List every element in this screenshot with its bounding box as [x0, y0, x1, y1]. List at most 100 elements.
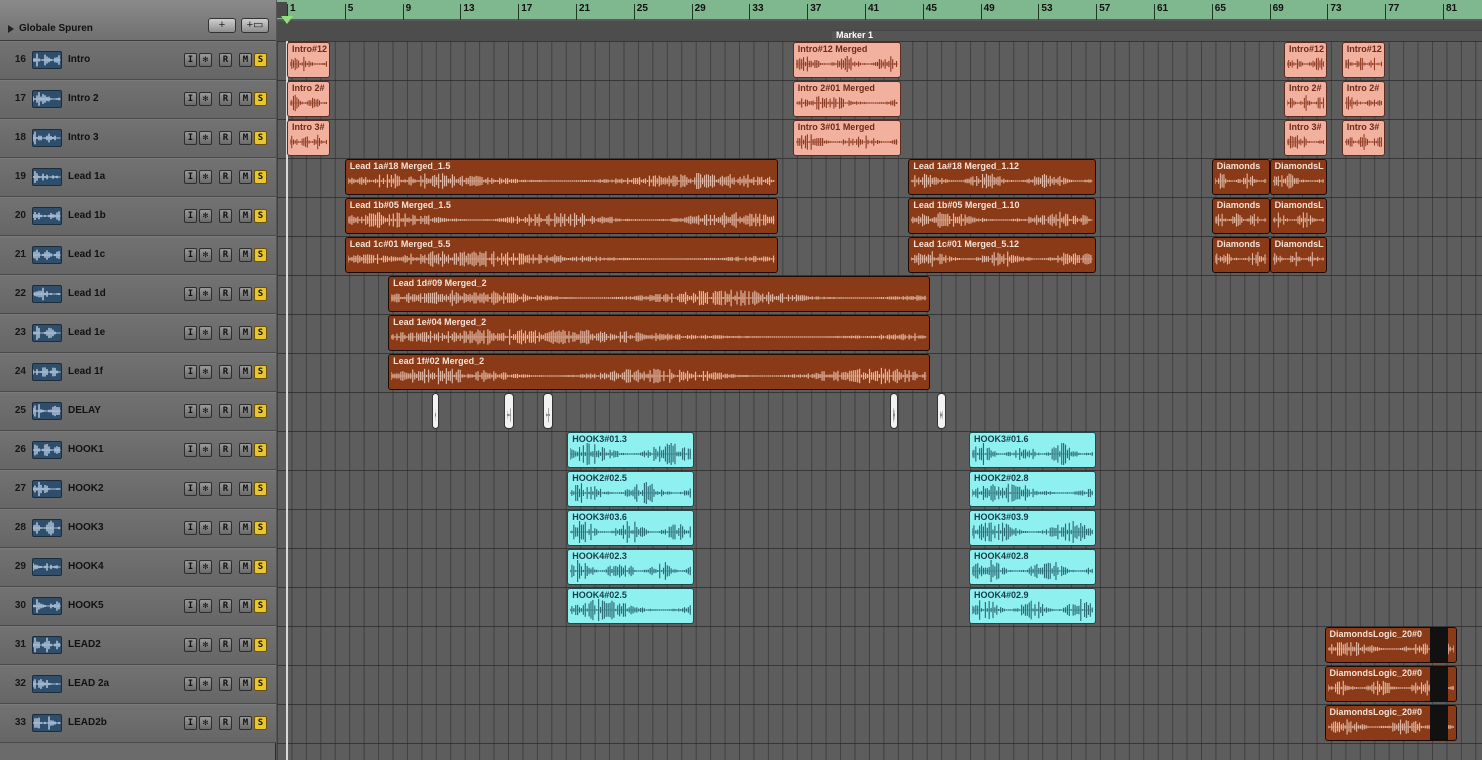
audio-region[interactable]: Lead 1a#18 Merged_1.12 [908, 159, 1097, 195]
input-monitor-button[interactable]: I [184, 560, 197, 574]
track-row[interactable]: 23 Lead 1e I ✻ R M S [0, 314, 276, 353]
mute-button[interactable]: M [239, 521, 252, 535]
input-monitor-button[interactable]: I [184, 131, 197, 145]
freeze-button[interactable]: ✻ [199, 170, 212, 184]
audio-region[interactable]: HOOK3#03.9 [969, 510, 1097, 546]
record-enable-button[interactable]: R [219, 599, 232, 613]
audio-region[interactable]: Diamonds [1211, 159, 1270, 195]
freeze-button[interactable]: ✻ [199, 599, 212, 613]
record-enable-button[interactable]: R [219, 170, 232, 184]
freeze-button[interactable]: ✻ [199, 560, 212, 574]
audio-region[interactable]: Diamonds [1211, 237, 1270, 273]
audio-region[interactable]: Intro 3#01 Merged [792, 120, 902, 156]
record-enable-button[interactable]: R [219, 326, 232, 340]
mute-button[interactable]: M [239, 287, 252, 301]
solo-button[interactable]: S [254, 326, 267, 340]
freeze-button[interactable]: ✻ [199, 326, 212, 340]
audio-region[interactable]: DiamondsL [1269, 237, 1328, 273]
input-monitor-button[interactable]: I [184, 248, 197, 262]
mute-button[interactable]: M [239, 443, 252, 457]
audio-region[interactable]: Lead 1b#05 Merged_1.10 [908, 198, 1097, 234]
audio-region[interactable]: DiamondsLogic_20#0 [1324, 627, 1458, 663]
audio-region[interactable]: Intro 2# [287, 81, 331, 117]
freeze-button[interactable]: ✻ [199, 443, 212, 457]
audio-region[interactable]: HOOK3#01.6 [969, 432, 1097, 468]
audio-region[interactable]: Intro#12 [1284, 42, 1328, 78]
freeze-button[interactable]: ✻ [199, 365, 212, 379]
input-monitor-button[interactable]: I [184, 326, 197, 340]
audio-region[interactable]: HOOK4#02.9 [969, 588, 1097, 624]
add-track-button[interactable]: + [208, 18, 236, 33]
freeze-button[interactable]: ✻ [199, 638, 212, 652]
record-enable-button[interactable]: R [219, 521, 232, 535]
marker-region[interactable]: Marker 1 [832, 30, 1482, 41]
track-row[interactable]: 24 Lead 1f I ✻ R M S [0, 353, 276, 392]
freeze-button[interactable]: ✻ [199, 53, 212, 67]
record-enable-button[interactable]: R [219, 716, 232, 730]
audio-region[interactable]: Lead 1f#02 Merged_2 [388, 354, 930, 390]
solo-button[interactable]: S [254, 677, 267, 691]
audio-region[interactable]: DiamondsL [1269, 159, 1328, 195]
mute-button[interactable]: M [239, 560, 252, 574]
track-row[interactable]: 17 Intro 2 I ✻ R M S [0, 80, 276, 119]
audio-region[interactable]: Intro#12 Merged [792, 42, 902, 78]
mute-button[interactable]: M [239, 326, 252, 340]
audio-region[interactable]: HOOK4#02.3 [567, 549, 695, 585]
solo-button[interactable]: S [254, 638, 267, 652]
audio-region[interactable]: Lead 1d#09 Merged_2 [388, 276, 930, 312]
solo-button[interactable]: S [254, 287, 267, 301]
freeze-button[interactable]: ✻ [199, 677, 212, 691]
audio-region[interactable]: HOOK4#02.8 [969, 549, 1097, 585]
solo-button[interactable]: S [254, 404, 267, 418]
arrange-area[interactable]: Intro#12 Intro#12 Merged Intro#12 Intro#12 I… [277, 41, 1482, 760]
record-enable-button[interactable]: R [219, 248, 232, 262]
audio-region[interactable]: Lead 1a#18 Merged_1.5 [344, 159, 779, 195]
track-name[interactable]: LEAD2b [68, 717, 107, 728]
track-row[interactable]: 28 HOOK3 I ✻ R M S [0, 509, 276, 548]
mute-button[interactable]: M [239, 53, 252, 67]
audio-region[interactable]: Lead 1e#04 Merged_2 [388, 315, 930, 351]
solo-button[interactable]: S [254, 131, 267, 145]
record-enable-button[interactable]: R [219, 404, 232, 418]
input-monitor-button[interactable]: I [184, 365, 197, 379]
audio-region[interactable]: Intro#12 [287, 42, 331, 78]
audio-region[interactable] [431, 393, 439, 429]
solo-button[interactable]: S [254, 560, 267, 574]
audio-region[interactable] [503, 393, 514, 429]
record-enable-button[interactable]: R [219, 560, 232, 574]
audio-region[interactable]: Intro 2# [1284, 81, 1328, 117]
track-row[interactable]: 19 Lead 1a I ✻ R M S [0, 158, 276, 197]
record-enable-button[interactable]: R [219, 92, 232, 106]
freeze-button[interactable]: ✻ [199, 716, 212, 730]
freeze-button[interactable]: ✻ [199, 404, 212, 418]
audio-region[interactable]: Lead 1c#01 Merged_5.12 [908, 237, 1097, 273]
track-row[interactable]: 25 DELAY I ✻ R M S [0, 392, 276, 431]
track-row[interactable]: 32 LEAD 2a I ✻ R M S [0, 665, 276, 704]
input-monitor-button[interactable]: I [184, 482, 197, 496]
input-monitor-button[interactable]: I [184, 209, 197, 223]
solo-button[interactable]: S [254, 92, 267, 106]
track-name[interactable]: Intro 3 [68, 132, 99, 143]
record-enable-button[interactable]: R [219, 209, 232, 223]
input-monitor-button[interactable]: I [184, 638, 197, 652]
freeze-button[interactable]: ✻ [199, 209, 212, 223]
record-enable-button[interactable]: R [219, 638, 232, 652]
mute-button[interactable]: M [239, 365, 252, 379]
track-row[interactable]: 33 LEAD2b I ✻ R M S [0, 704, 276, 743]
mute-button[interactable]: M [239, 170, 252, 184]
mute-button[interactable]: M [239, 404, 252, 418]
audio-region[interactable]: Lead 1b#05 Merged_1.5 [344, 198, 779, 234]
freeze-button[interactable]: ✻ [199, 482, 212, 496]
mute-button[interactable]: M [239, 131, 252, 145]
mute-button[interactable]: M [239, 248, 252, 262]
audio-region[interactable]: Diamonds [1211, 198, 1270, 234]
record-enable-button[interactable]: R [219, 53, 232, 67]
solo-button[interactable]: S [254, 443, 267, 457]
freeze-button[interactable]: ✻ [199, 521, 212, 535]
marker-label[interactable]: Marker 1 [836, 30, 873, 40]
track-name[interactable]: LEAD 2a [68, 678, 109, 689]
mute-button[interactable]: M [239, 482, 252, 496]
track-row[interactable]: 29 HOOK4 I ✻ R M S [0, 548, 276, 587]
input-monitor-button[interactable]: I [184, 599, 197, 613]
audio-region[interactable]: Intro 3# [287, 120, 331, 156]
